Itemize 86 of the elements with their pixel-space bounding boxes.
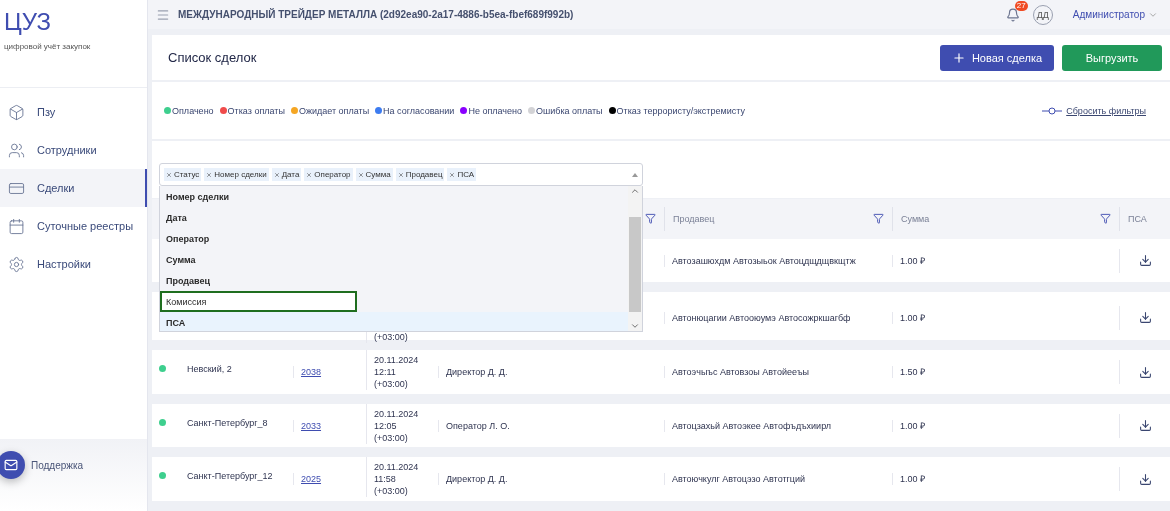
new-deal-button[interactable]: Новая сделка — [940, 44, 1054, 71]
column-select[interactable]: Статус Номер сделки Дата Оператор Сумма Продавец ПСА — [159, 163, 643, 186]
sidebar-item[interactable]: Сотрудники — [0, 131, 147, 169]
logo-tagline: цифровой учёт закупок — [4, 42, 92, 51]
seller-cell: Автоэчыъс Автовзоы Автойееъы — [664, 366, 892, 379]
remove-icon[interactable] — [397, 171, 404, 178]
deal-number-link[interactable]: 2033 — [301, 420, 322, 431]
column-chip: Оператор — [304, 168, 353, 181]
remove-icon[interactable] — [206, 171, 213, 178]
remove-icon[interactable] — [357, 171, 364, 178]
column-header: ПСА — [1128, 213, 1147, 224]
settings-icon — [8, 255, 25, 273]
column-header: Продавец — [673, 213, 715, 224]
remove-icon[interactable] — [306, 171, 313, 178]
support-button[interactable] — [0, 451, 25, 479]
reset-filters-link[interactable]: Сбросить фильтры — [1042, 105, 1146, 116]
date-cell: 20.11.2024 11:58 (+03:00) — [366, 457, 438, 498]
legend-item: На согласовании — [375, 105, 455, 116]
box-icon — [8, 103, 25, 121]
user-menu[interactable]: Администратор — [1072, 9, 1158, 20]
filter-icon[interactable] — [1100, 213, 1111, 225]
legend-item: Отказ оплаты — [219, 105, 285, 116]
sidebar-item[interactable]: Суточные реестры — [0, 207, 147, 245]
column-chip: Сумма — [355, 168, 393, 181]
calendar-icon — [8, 217, 25, 235]
column-chip: ПСА — [447, 168, 477, 181]
scroll-up-icon[interactable] — [630, 186, 640, 196]
legend-item: Отказ террористу/экстремисту — [608, 105, 745, 116]
dropdown-option[interactable]: Комиссия — [160, 291, 357, 312]
sidebar-item[interactable]: Сделки — [0, 169, 147, 207]
scroll-down-icon[interactable] — [630, 321, 640, 331]
date-cell: 20.11.2024 12:11 (+03:00) — [366, 350, 438, 391]
deal-number-link[interactable]: 2038 — [301, 367, 322, 378]
remove-icon[interactable] — [273, 171, 280, 178]
sum-cell: 1.00 ₽ — [892, 419, 1119, 432]
caret-icon — [632, 172, 638, 177]
remove-icon[interactable] — [449, 171, 456, 178]
notification-badge: 27 — [1014, 0, 1028, 11]
sum-cell: 1.00 ₽ — [892, 473, 1119, 486]
seller-cell: Автоцзахьй Автоэкее Автофъдъхиирл — [664, 419, 892, 432]
download-icon[interactable] — [1138, 254, 1152, 268]
support-label: Поддержка — [31, 459, 84, 471]
address-cell-text: Санкт-Петербург_12 — [186, 470, 274, 483]
menu-icon[interactable] — [156, 7, 170, 22]
slider-icon — [1042, 106, 1063, 115]
column-chip: Номер сделки — [204, 168, 269, 181]
mail-icon — [4, 458, 18, 472]
column-header: Сумма — [901, 213, 930, 224]
sidebar-item[interactable]: Пзу — [0, 93, 147, 131]
seller-cell: Автонюцагии Автооюумэ Автосожркшагбф — [664, 311, 892, 324]
operator-cell: Директор Д. Д. — [438, 366, 664, 379]
sum-cell: 1.00 ₽ — [892, 311, 1119, 324]
sum-cell: 1.50 ₽ — [892, 366, 1119, 379]
legend-item: Ожидает оплаты — [290, 105, 370, 116]
column-chip: Продавец — [395, 168, 445, 181]
dropdown-option[interactable]: ПСА — [160, 312, 628, 331]
seller-cell: Автозашюхдм Автозыьок Автоцдщдщвкщтж — [664, 254, 892, 267]
column-chip: Дата — [271, 168, 302, 181]
operator-cell: Оператор Л. О. — [438, 419, 664, 432]
address-cell-text: Невский, 2 — [186, 363, 233, 376]
sum-cell: 1.00 ₽ — [892, 254, 1119, 267]
download-icon[interactable] — [1138, 472, 1152, 486]
deal-number-link[interactable]: 2025 — [301, 474, 322, 485]
legend-item: Не оплачено — [460, 105, 522, 116]
users-icon — [8, 141, 25, 159]
export-button[interactable]: Выгрузить — [1062, 44, 1162, 71]
plus-icon — [951, 50, 966, 65]
address-cell-text: Санкт-Петербург_8 — [186, 416, 269, 429]
logo: ЦУЗ — [4, 8, 52, 36]
page-title: Список сделок — [168, 50, 258, 66]
legend-item: Ошибка оплаты — [528, 105, 603, 116]
download-icon[interactable] — [1138, 311, 1152, 325]
column-chip: Статус — [164, 168, 202, 181]
seller-cell: Автоючкулг Автоцэзо Автотгций — [664, 473, 892, 486]
filter-icon[interactable] — [645, 213, 656, 225]
download-icon[interactable] — [1138, 365, 1152, 379]
download-icon[interactable] — [1138, 419, 1152, 433]
company-title: МЕЖДУНАРОДНЫЙ ТРЕЙДЕР МЕТАЛЛА (2d92ea90-2a17-4886-b5ea-fbef689f992b) — [178, 9, 575, 20]
notification-button[interactable] — [1004, 6, 1021, 23]
filter-icon[interactable] — [873, 213, 884, 225]
scrollbar[interactable] — [628, 186, 642, 331]
operator-cell: Директор Д. Д. — [438, 473, 664, 486]
date-cell: 20.11.2024 12:05 (+03:00) — [366, 403, 438, 444]
sidebar-item[interactable]: Настройки — [0, 245, 147, 283]
remove-icon[interactable] — [166, 171, 172, 178]
legend-item: Оплачено — [164, 105, 214, 116]
